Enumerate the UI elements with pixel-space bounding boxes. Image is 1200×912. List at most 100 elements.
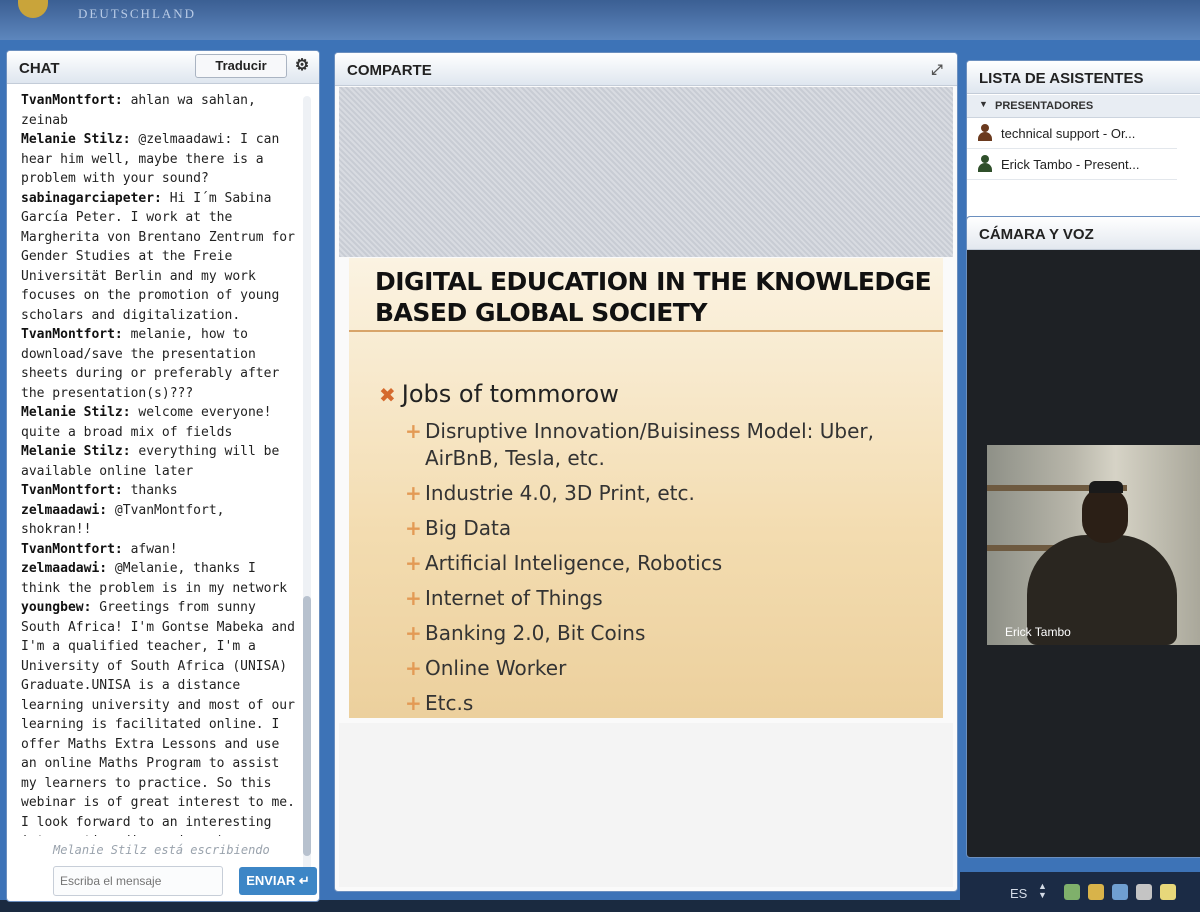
plus-bullet-icon: + [405,516,422,540]
attendee-row[interactable]: technical support - Or... [967,118,1177,149]
network-icon[interactable] [1064,884,1080,900]
plus-bullet-icon: + [405,691,422,715]
message-user: youngbew: [21,600,92,615]
drive-icon[interactable] [1088,884,1104,900]
message-user: Melanie Stilz: [21,405,131,420]
chat-message: zelmaadawi: @Melanie, thanks I think the… [21,559,297,598]
volume-icon[interactable] [1136,884,1152,900]
fullscreen-icon[interactable]: ⤢ [929,61,945,77]
slide-sub-bullets: + Disruptive Innovation/Buisiness Model: … [405,418,925,725]
plus-bullet-icon: + [405,481,422,505]
plus-bullet-icon: + [405,656,422,680]
message-user: zelmaadawi: [21,502,108,518]
slide-sub-bullet: + Internet of Things [405,585,925,612]
chat-message: TvanMontfort: thanks [21,481,297,501]
attendee-name: technical support - Or... [1001,126,1136,141]
send-button[interactable]: ENVIAR ↵ [239,867,317,895]
user-icon-body [978,132,992,141]
slide-main-bullet: ✖ Jobs of tommorow [379,380,619,408]
presenters-group[interactable]: ▼ PRESENTADORES [967,95,1200,118]
sub-bullet-text: Artificial Inteligence, Robotics [425,551,723,575]
user-icon-head [981,124,989,132]
logo-icon [18,0,48,18]
chat-message: Melanie Stilz: welcome everyone! quite a… [21,403,297,442]
presenter-cap [1089,481,1123,493]
sub-bullet-text: Online Worker [425,656,567,680]
sub-bullet-text: Etc.s [425,691,474,715]
slide-sub-bullet: + Banking 2.0, Bit Coins [405,620,925,647]
chat-message: TvanMontfort: melanie, how to download/s… [21,325,297,403]
message-text: thanks [122,483,178,498]
sub-bullet-text: Industrie 4.0, 3D Print, etc. [425,481,695,505]
translate-button[interactable]: Traducir [195,54,287,78]
presentation-slide: DIGITAL EDUCATION IN THE KNOWLEDGE BASED… [349,258,943,718]
sub-bullet-text: Big Data [425,516,512,540]
plus-bullet-icon: + [405,551,422,575]
message-text: afwan! [122,541,178,557]
attendee-row[interactable]: Erick Tambo - Present... [967,149,1177,180]
user-icon [977,124,993,142]
attendees-title: LISTA DE ASISTENTES [979,70,1144,87]
presenters-group-label: PRESENTADORES [995,100,1094,112]
chat-messages: TvanMontfort: ahlan wa sahlan, zeinab Me… [21,91,297,836]
chat-message: youngbew: Greetings from sunny South Afr… [21,598,297,836]
share-panel: COMPARTE ⤢ DIGITAL EDUCATION IN THE KNOW… [334,52,958,892]
chat-scrollbar-thumb[interactable] [303,596,311,856]
chat-message: zelmaadawi: @TvanMontfort, shokran!! [21,501,297,540]
chat-message: Melanie Stilz: everything will be availa… [21,442,297,481]
video-label: Erick Tambo [1005,625,1071,639]
user-icon [977,155,993,173]
message-text: Hi I´m Sabina García Peter. I work at th… [21,190,295,323]
chat-message: TvanMontfort: afwan! [21,540,297,560]
bullet-x-icon: ✖ [379,383,396,407]
attendees-header: LISTA DE ASISTENTES [967,61,1200,94]
slide-sub-bullet: + Industrie 4.0, 3D Print, etc. [405,480,925,507]
app-stage: CHAT Traducir ⚙ TvanMontfort: ahlan wa s… [0,40,1200,912]
top-banner: DEUTSCHLAND [0,0,1200,40]
message-user: Melanie Stilz: [21,132,131,147]
slide-sub-bullet: + Disruptive Innovation/Buisiness Model: … [405,418,925,472]
message-user: TvanMontfort: [21,327,123,342]
message-user: Melanie Stilz: [21,444,131,459]
sub-bullet-text: Banking 2.0, Bit Coins [425,621,646,645]
slide-sub-bullet: + Artificial Inteligence, Robotics [405,550,925,577]
chat-header: CHAT Traducir ⚙ [7,51,319,84]
slide-background [339,87,953,257]
message-user: sabinagarciapeter: [21,190,162,206]
flag-icon[interactable] [1160,884,1176,900]
tray-arrows-icon[interactable]: ▲ ▼ [1038,882,1047,900]
camera-panel: CÁMARA Y VOZ Erick Tambo [966,216,1200,858]
gear-icon[interactable]: ⚙ [293,57,311,75]
message-user: zelmaadawi: [21,561,108,576]
slide-sub-bullet: + Online Worker [405,655,925,682]
chat-title: CHAT [19,60,60,77]
attendee-name: Erick Tambo - Present... [1001,157,1140,172]
slide-title: DIGITAL EDUCATION IN THE KNOWLEDGE BASED… [375,267,932,327]
chat-message-input[interactable] [53,866,223,896]
message-user: TvanMontfort: [21,93,123,108]
camera-header: CÁMARA Y VOZ [967,217,1200,250]
camera-title: CÁMARA Y VOZ [979,226,1094,243]
presenter-head [1082,487,1128,543]
user-icon-head [981,155,989,163]
attendees-panel: LISTA DE ASISTENTES ▼ PRESENTADORES tech… [966,60,1200,232]
monitor-icon[interactable] [1112,884,1128,900]
user-icon-body [978,163,992,172]
chat-message: TvanMontfort: ahlan wa sahlan, zeinab [21,91,297,130]
share-footer-area [339,723,953,887]
chat-message: Melanie Stilz: @zelmaadawi: I can hear h… [21,130,297,189]
language-indicator[interactable]: ES [1010,886,1027,901]
slide-sub-bullet: + Big Data [405,515,925,542]
collapse-triangle-icon[interactable]: ▼ [979,99,988,109]
plus-bullet-icon: + [405,419,422,443]
typing-indicator: Melanie Stilz está escribiendo [53,843,270,857]
webcam-video[interactable]: Erick Tambo [987,445,1200,645]
slide-sub-bullet: + Etc.s [405,690,925,717]
message-user: TvanMontfort: [21,483,123,498]
slide-divider [349,330,943,332]
chat-message: sabinagarciapeter: Hi I´m Sabina García … [21,189,297,326]
plus-bullet-icon: + [405,586,422,610]
message-text: Greetings from sunny South Africa! I'm G… [21,600,295,836]
message-user: TvanMontfort: [21,541,123,557]
chat-scrollbar[interactable] [303,96,311,891]
